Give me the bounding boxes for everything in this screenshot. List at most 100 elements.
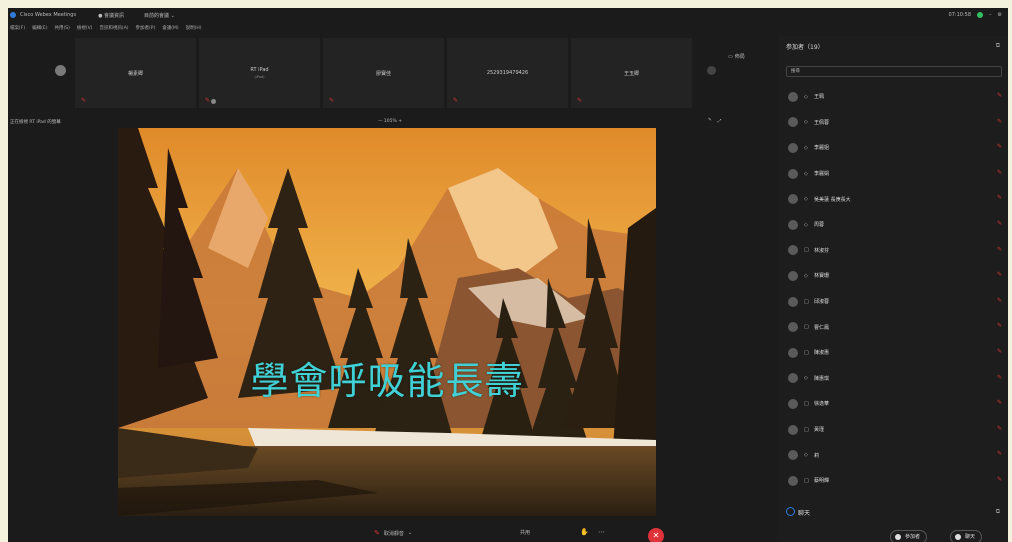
muted-mic-icon[interactable]: ✎ bbox=[997, 220, 1002, 227]
participant-row[interactable]: ◇ 李麗娟 ✎ bbox=[778, 161, 1008, 187]
meeting-info-button[interactable]: ● 會議資訊 bbox=[98, 12, 124, 19]
fullscreen-icon[interactable]: ⤢ bbox=[718, 118, 722, 124]
muted-mic-icon[interactable]: ✎ bbox=[997, 297, 1002, 304]
avatar bbox=[788, 450, 798, 461]
video-status-icon: ◇ bbox=[804, 272, 808, 279]
muted-mic-icon[interactable]: ✎ bbox=[997, 450, 1002, 457]
share-button[interactable]: 共用 bbox=[520, 529, 530, 536]
participant-row[interactable]: □ 林淑芬 ✎ bbox=[778, 238, 1008, 264]
muted-mic-icon[interactable]: ✎ bbox=[997, 271, 1002, 278]
chat-section-header[interactable]: 聊天 ⧉ bbox=[778, 506, 1008, 518]
menu-meeting[interactable]: 會議(M) bbox=[162, 25, 178, 31]
muted-mic-icon[interactable]: ✎ bbox=[997, 118, 1002, 125]
participants-panel: 参加者（19） ⧉ 搜尋 ◇ 王珮 ✎ ◇ 王佩蓉 ✎ ◇ 李麗姐 ✎ ◇ 李麗娟 ✎ ◇ 吳美蓮… bbox=[778, 36, 1008, 542]
more-options-icon[interactable]: ⋯ bbox=[598, 528, 605, 536]
popout-icon[interactable]: ⧉ bbox=[996, 42, 1000, 50]
current-meeting-tab[interactable]: 目前的會議 ⌄ bbox=[144, 12, 175, 19]
participant-name: 陳惠琪 bbox=[814, 375, 830, 382]
video-thumbnail[interactable]: 楊素卿 ✎ bbox=[75, 38, 196, 108]
participant-row[interactable]: ◇ 吳美蓮 長庚長大 ✎ bbox=[778, 186, 1008, 212]
participant-row[interactable]: □ 曹仁鳳 ✎ bbox=[778, 314, 1008, 340]
thumbnail-prev-button[interactable] bbox=[55, 65, 66, 76]
end-meeting-button[interactable]: ✕ bbox=[648, 528, 664, 542]
layout-button[interactable]: ▭ 佈局 bbox=[728, 53, 745, 61]
participant-row[interactable]: □ 陳淑惠 ✎ bbox=[778, 340, 1008, 366]
video-status-icon: □ bbox=[804, 324, 809, 331]
zoom-control[interactable]: — 105% + bbox=[378, 119, 402, 124]
menu-share[interactable]: 共用(S) bbox=[54, 25, 69, 31]
menu-participants[interactable]: 參加者(P) bbox=[136, 25, 156, 31]
minimize-icon[interactable]: – bbox=[989, 12, 992, 18]
avatar bbox=[788, 194, 798, 205]
menu-audio-video[interactable]: 音訊和視訊(A) bbox=[99, 25, 128, 31]
video-thumbnail[interactable]: 廖寶佳 ✎ bbox=[323, 38, 444, 108]
chat-icon bbox=[786, 507, 795, 516]
avatar bbox=[788, 219, 798, 230]
shared-screen: 學會呼吸能長壽 bbox=[118, 128, 656, 516]
video-status-icon: ◇ bbox=[804, 452, 808, 459]
avatar bbox=[788, 398, 798, 409]
avatar bbox=[788, 296, 798, 307]
video-status-icon: □ bbox=[804, 247, 809, 254]
video-status-icon: □ bbox=[804, 349, 809, 356]
muted-mic-icon: ✎ bbox=[329, 97, 335, 104]
reactions-icon[interactable]: ✋ bbox=[580, 528, 589, 536]
menu-file[interactable]: 檔案(F) bbox=[10, 25, 25, 31]
participant-row[interactable]: ◇ 周蓉 ✎ bbox=[778, 212, 1008, 238]
settings-icon[interactable]: ⚙ bbox=[998, 12, 1002, 18]
avatar bbox=[788, 142, 798, 153]
thumbnail-device: (iPad) bbox=[254, 75, 265, 79]
annotate-icon[interactable]: ✎ bbox=[708, 118, 712, 124]
avatar bbox=[788, 245, 798, 256]
popout-icon[interactable]: ⧉ bbox=[996, 508, 1000, 516]
participants-header[interactable]: 参加者（19） ⧉ bbox=[778, 42, 1008, 54]
participants-button[interactable]: 參加者 bbox=[890, 530, 928, 542]
participant-name: 蔡明輝 bbox=[814, 478, 830, 485]
muted-mic-icon[interactable]: ✎ bbox=[997, 348, 1002, 355]
participant-row[interactable]: □ 蔡明輝 ✎ bbox=[778, 468, 1008, 494]
participant-row[interactable]: ◇ 李麗姐 ✎ bbox=[778, 135, 1008, 161]
participant-row[interactable]: □ 黃瑾 ✎ bbox=[778, 417, 1008, 443]
participants-button-label: 參加者 bbox=[905, 534, 921, 540]
participant-name: 林寶珊 bbox=[814, 273, 830, 280]
unmute-button[interactable]: ✎ 取消靜音 ⌄ bbox=[374, 529, 412, 537]
video-status-icon: ◇ bbox=[804, 144, 808, 151]
chat-button[interactable]: 聊天 bbox=[950, 530, 983, 542]
participant-row[interactable]: ◇ 王佩蓉 ✎ bbox=[778, 110, 1008, 136]
meeting-time: 07:10:58 bbox=[948, 12, 972, 18]
participant-search-input[interactable]: 搜尋 bbox=[786, 66, 1002, 77]
participant-name: 王佩蓉 bbox=[814, 119, 830, 126]
participant-row[interactable]: □ 徐逸華 ✎ bbox=[778, 391, 1008, 417]
muted-mic-icon[interactable]: ✎ bbox=[997, 425, 1002, 432]
muted-mic-icon[interactable]: ✎ bbox=[997, 246, 1002, 253]
chat-section-label: 聊天 bbox=[798, 510, 811, 517]
avatar bbox=[788, 168, 798, 179]
participants-title: 参加者（19） bbox=[786, 44, 824, 51]
muted-mic-icon[interactable]: ✎ bbox=[997, 92, 1002, 99]
participant-row[interactable]: ◇ 林寶珊 ✎ bbox=[778, 263, 1008, 289]
muted-mic-icon: ✎ bbox=[374, 529, 380, 537]
webex-logo-icon bbox=[10, 12, 16, 18]
chevron-down-icon[interactable]: ⌄ bbox=[408, 530, 412, 536]
avatar bbox=[788, 270, 798, 281]
muted-mic-icon[interactable]: ✎ bbox=[997, 399, 1002, 406]
connection-status-icon bbox=[977, 12, 984, 18]
muted-mic-icon[interactable]: ✎ bbox=[997, 143, 1002, 150]
video-thumbnail[interactable]: 2529319479426 ✎ bbox=[447, 38, 568, 108]
muted-mic-icon[interactable]: ✎ bbox=[997, 476, 1002, 483]
muted-mic-icon[interactable]: ✎ bbox=[997, 322, 1002, 329]
participant-name: 陳淑惠 bbox=[814, 350, 830, 357]
participant-row[interactable]: ◇ 陳惠琪 ✎ bbox=[778, 366, 1008, 392]
menu-view[interactable]: 檢視(V) bbox=[77, 25, 93, 31]
muted-mic-icon[interactable]: ✎ bbox=[997, 169, 1002, 176]
participant-row[interactable]: ◇ 王珮 ✎ bbox=[778, 84, 1008, 110]
video-thumbnail[interactable]: 王玉卿 ✎ bbox=[571, 38, 692, 108]
video-thumbnail[interactable]: RT iPad (iPad) ✎ bbox=[199, 38, 320, 108]
menu-edit[interactable]: 編輯(E) bbox=[32, 25, 47, 31]
muted-mic-icon[interactable]: ✎ bbox=[997, 194, 1002, 201]
muted-mic-icon[interactable]: ✎ bbox=[997, 374, 1002, 381]
thumbnail-next-button[interactable] bbox=[707, 66, 716, 75]
participant-row[interactable]: ◇ 莉 ✎ bbox=[778, 442, 1008, 468]
menu-help[interactable]: 說明(H) bbox=[186, 25, 202, 31]
participant-row[interactable]: □ 邱淑蓉 ✎ bbox=[778, 289, 1008, 315]
